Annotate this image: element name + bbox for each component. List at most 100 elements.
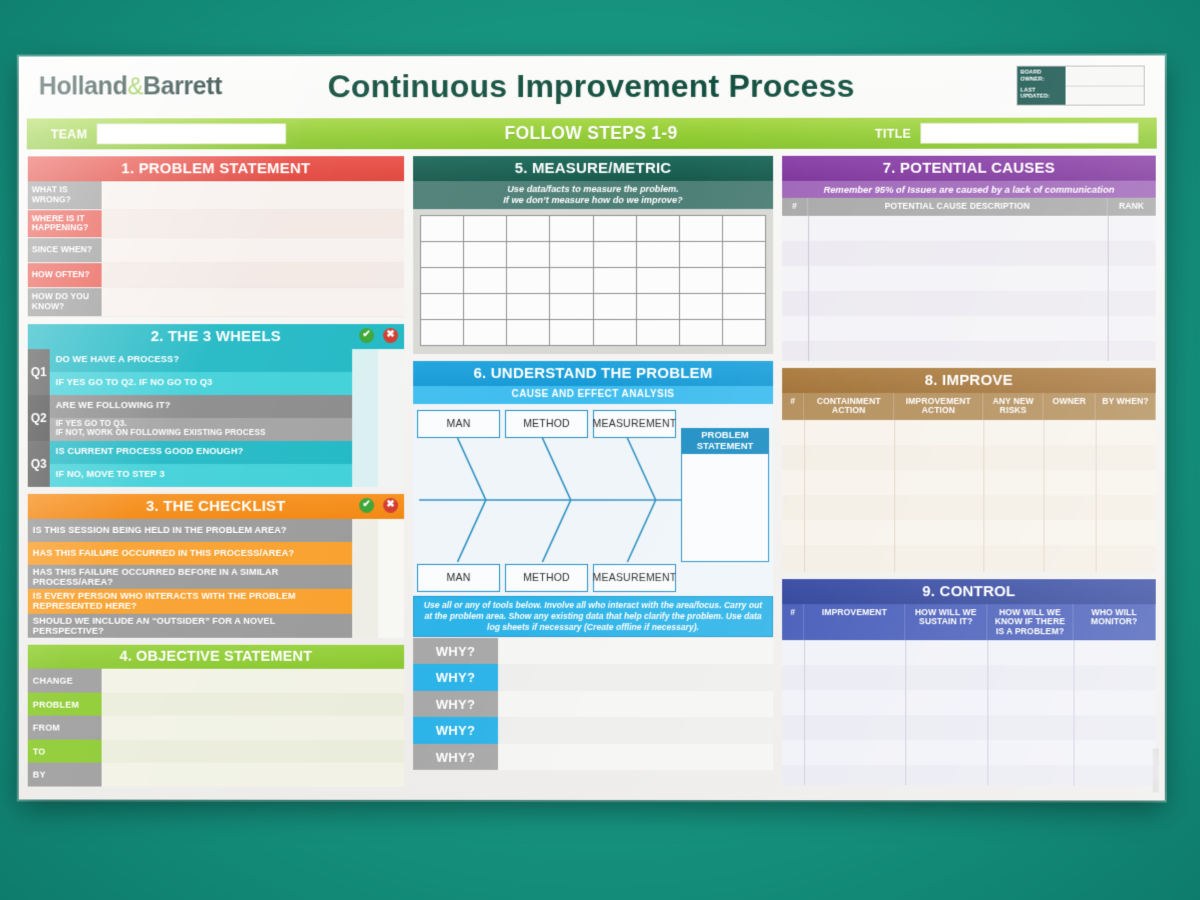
measure-cell[interactable] [421, 294, 464, 320]
check-icon[interactable]: ✔ [359, 497, 375, 513]
measure-cell[interactable] [550, 268, 593, 294]
control-row[interactable] [782, 665, 1156, 690]
why-row: WHY? [413, 637, 774, 665]
check-icon[interactable]: ✔ [359, 327, 375, 343]
control-row[interactable] [782, 715, 1156, 740]
bone-bottom-measurement[interactable]: MEASUREMENT [593, 564, 676, 593]
measure-cell[interactable] [464, 268, 507, 294]
problem-statement-value[interactable] [101, 238, 405, 263]
measure-grid [420, 214, 767, 347]
potential-cause-row[interactable] [782, 215, 1156, 241]
measure-cell[interactable] [421, 320, 464, 346]
problem-statement-value[interactable] [101, 288, 405, 316]
measure-cell[interactable] [593, 268, 636, 294]
measure-cell[interactable] [507, 242, 550, 268]
bone-top-method[interactable]: METHOD [505, 410, 589, 439]
measure-cell[interactable] [679, 320, 722, 346]
measure-cell[interactable] [464, 242, 507, 268]
problem-statement-value[interactable] [101, 181, 405, 209]
control-row[interactable] [782, 690, 1156, 716]
measure-cell[interactable] [722, 294, 766, 320]
measure-cell[interactable] [507, 294, 550, 320]
improve-row[interactable] [782, 519, 1156, 545]
measure-cell[interactable] [636, 320, 679, 346]
why-value[interactable] [498, 690, 774, 718]
measure-cell[interactable] [679, 215, 722, 242]
measure-cell[interactable] [550, 242, 593, 268]
measure-cell[interactable] [507, 216, 550, 242]
bone-top-measurement[interactable]: MEASUREMENT [593, 410, 676, 439]
title-input[interactable] [920, 122, 1139, 144]
measure-cell[interactable] [722, 320, 766, 346]
objective-value[interactable] [101, 692, 405, 717]
why-value[interactable] [498, 664, 774, 691]
cross-icon[interactable]: ✖ [383, 327, 399, 343]
why-value[interactable] [498, 637, 774, 665]
potential-cause-row[interactable] [782, 291, 1156, 316]
measure-cell[interactable] [722, 241, 766, 268]
measure-cell[interactable] [722, 267, 766, 294]
measure-cell[interactable] [464, 216, 507, 242]
measure-cell[interactable] [507, 268, 550, 294]
control-row[interactable] [782, 765, 1156, 790]
measure-cell[interactable] [421, 216, 464, 242]
measure-cell[interactable] [679, 242, 722, 268]
objective-value[interactable] [101, 716, 405, 740]
measure-cell[interactable] [636, 294, 679, 320]
section8-column-headers: # CONTAINMENT ACTION IMPROVEMENT ACTION ANY… [782, 392, 1156, 420]
measure-cell[interactable] [636, 242, 679, 268]
fishbone-effect-box[interactable]: PROBLEM STATEMENT [681, 428, 770, 563]
why-value[interactable] [498, 743, 774, 771]
measure-cell[interactable] [507, 320, 550, 346]
measure-cell[interactable] [679, 294, 722, 320]
measure-cell[interactable] [421, 268, 464, 294]
why-value[interactable] [498, 717, 774, 744]
improve-row[interactable] [782, 419, 1156, 445]
problem-statement-value[interactable] [101, 209, 405, 238]
measure-cell[interactable] [636, 216, 679, 242]
measure-cell[interactable] [550, 216, 593, 242]
cross-icon[interactable]: ✖ [383, 497, 399, 513]
potential-cause-row[interactable] [782, 341, 1156, 366]
board-owner-input[interactable] [1065, 66, 1144, 87]
section7-table-body[interactable] [782, 215, 1156, 361]
improve-row[interactable] [782, 495, 1156, 520]
objective-value[interactable] [101, 739, 405, 764]
measure-cell[interactable] [593, 320, 636, 346]
why-row: WHY? [413, 743, 774, 771]
measure-cell[interactable] [636, 268, 679, 294]
bone-bottom-man[interactable]: MAN [417, 564, 501, 593]
measure-cell[interactable] [593, 242, 636, 268]
measure-cell[interactable] [464, 320, 507, 346]
section2-no-column[interactable] [378, 348, 405, 487]
improve-row[interactable] [782, 445, 1156, 470]
section3-yes-column[interactable] [352, 518, 379, 639]
measure-cell[interactable] [421, 242, 464, 268]
objective-row: FROM [27, 715, 405, 740]
measure-cell[interactable] [593, 294, 636, 320]
control-row[interactable] [782, 640, 1156, 666]
potential-cause-row[interactable] [782, 265, 1156, 291]
section3-no-column[interactable] [378, 518, 405, 639]
problem-statement-value[interactable] [101, 263, 405, 288]
section8-table-body[interactable] [782, 419, 1156, 572]
improve-row[interactable] [782, 469, 1156, 495]
improve-row[interactable] [782, 545, 1156, 570]
objective-value[interactable] [101, 762, 405, 787]
potential-cause-row[interactable] [782, 240, 1156, 265]
section9-table-body[interactable] [782, 640, 1156, 786]
control-row[interactable] [782, 740, 1156, 766]
measure-cell[interactable] [464, 294, 507, 320]
potential-cause-row[interactable] [782, 315, 1156, 341]
last-updated-input[interactable] [1066, 86, 1144, 105]
measure-cell[interactable] [550, 320, 593, 346]
measure-cell[interactable] [593, 216, 636, 242]
objective-value[interactable] [101, 669, 405, 693]
section2-yes-column[interactable] [352, 348, 379, 487]
measure-cell[interactable] [722, 215, 766, 242]
measure-cell[interactable] [679, 268, 722, 294]
section-control: 9. CONTROL # IMPROVEMENT HOW WILL WE SUSTA… [782, 578, 1156, 786]
bone-bottom-method[interactable]: METHOD [505, 564, 589, 593]
measure-cell[interactable] [550, 294, 593, 320]
bone-top-man[interactable]: MAN [417, 410, 501, 439]
